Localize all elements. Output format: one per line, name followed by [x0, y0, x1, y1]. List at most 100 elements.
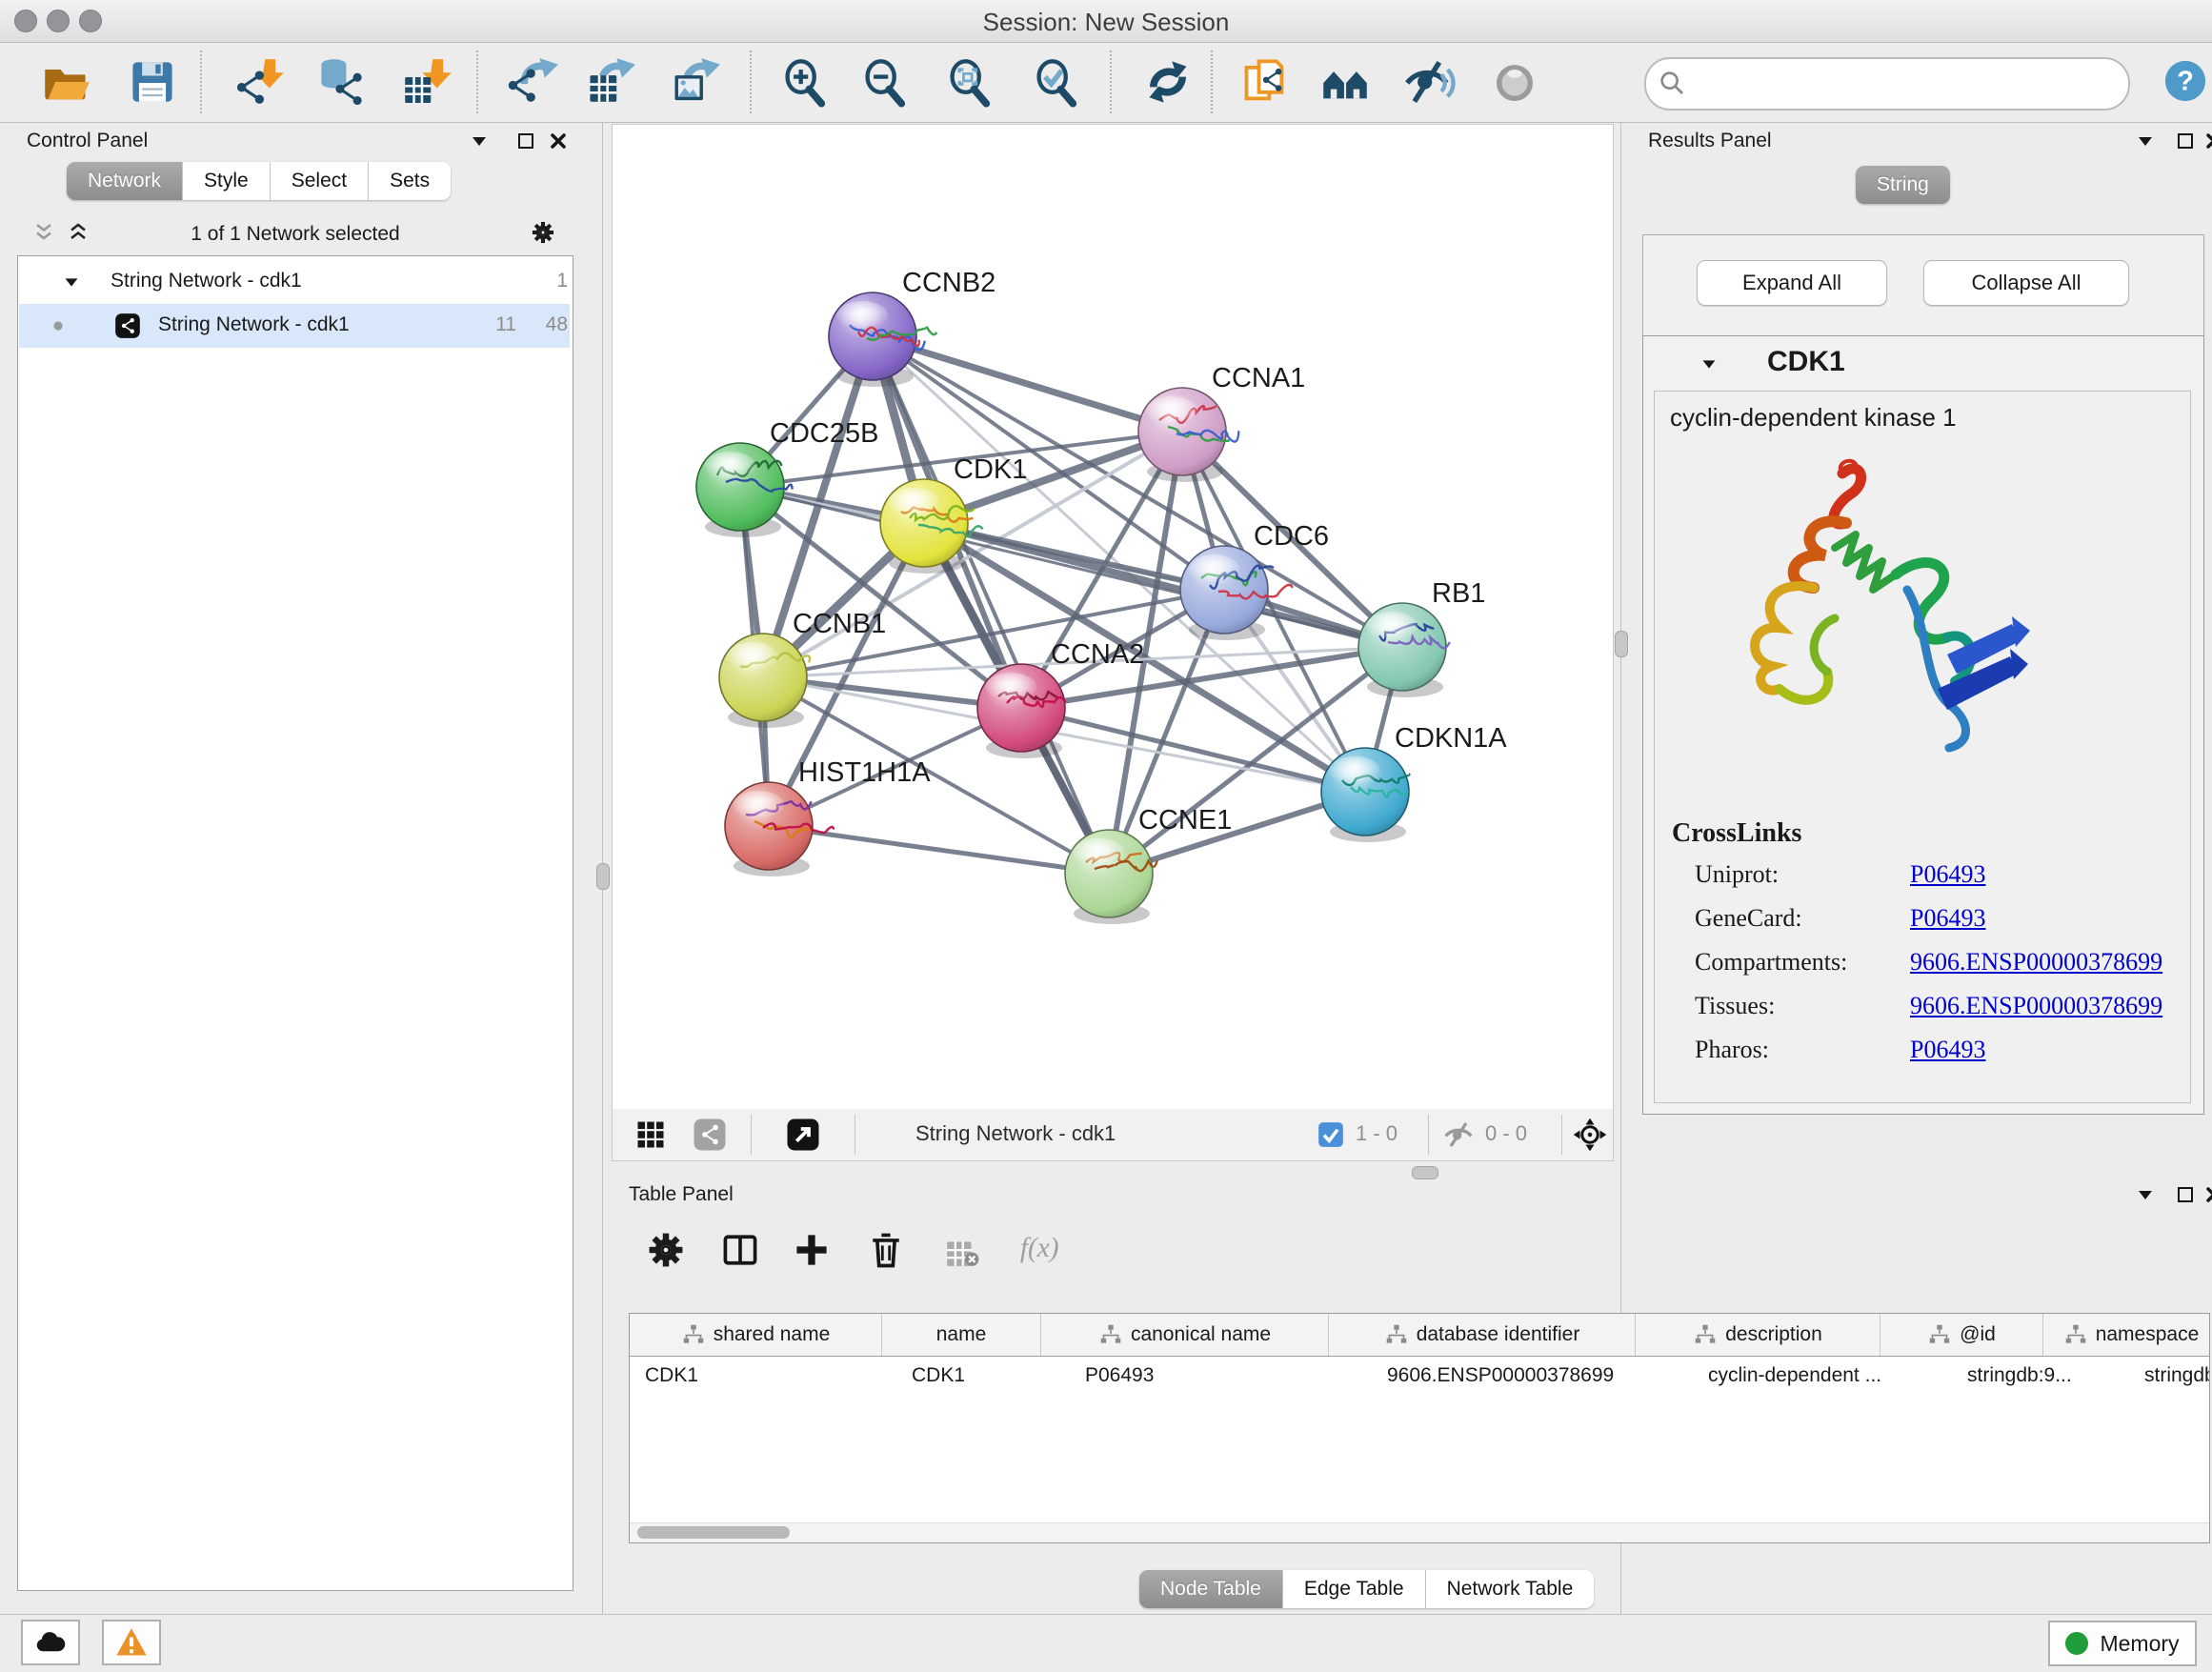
collection-expander-icon[interactable]	[61, 272, 82, 292]
collapse-all-button[interactable]: Collapse All	[1923, 260, 2129, 306]
hidden-eye-icon[interactable]	[1443, 1119, 1474, 1150]
search-input[interactable]	[1698, 65, 2111, 101]
right-splitter-handle[interactable]	[1615, 631, 1628, 657]
panel-float-icon[interactable]	[514, 130, 537, 152]
tab-network[interactable]: Network	[67, 162, 183, 200]
column-header-canonical-name[interactable]: canonical name	[1041, 1314, 1329, 1356]
crosslink-link[interactable]: 9606.ENSP00000378699	[1910, 992, 2162, 1020]
add-column-icon[interactable]	[791, 1229, 833, 1271]
tab-sets[interactable]: Sets	[369, 162, 451, 200]
apply-layout-icon[interactable]	[1143, 57, 1193, 107]
panel-close-icon[interactable]	[2202, 130, 2212, 152]
results-tab-string[interactable]: String	[1856, 166, 1950, 204]
column-tree-icon	[1098, 1322, 1123, 1347]
selected-nodes-checkbox[interactable]	[1317, 1121, 1344, 1148]
zoom-in-icon[interactable]	[780, 57, 830, 107]
table-cell[interactable]: 9606.ENSP00000378699	[1372, 1357, 1693, 1395]
svg-text:?: ?	[2177, 67, 2194, 97]
open-session-icon[interactable]	[42, 57, 91, 107]
panel-float-icon[interactable]	[2174, 1183, 2197, 1206]
table-horizontal-scrollbar[interactable]	[630, 1522, 2209, 1542]
panel-float-icon[interactable]	[2174, 130, 2197, 152]
expand-all-button[interactable]: Expand All	[1697, 260, 1887, 306]
column-tree-icon	[681, 1322, 706, 1347]
crosslink-link[interactable]: 9606.ENSP00000378699	[1910, 948, 2162, 977]
import-table-icon[interactable]	[404, 57, 453, 107]
panel-close-icon[interactable]	[2202, 1183, 2212, 1206]
delete-column-icon[interactable]	[865, 1229, 907, 1271]
show-all-icon[interactable]	[1490, 57, 1539, 107]
crosslink-link[interactable]: P06493	[1910, 904, 1985, 933]
column-header--id[interactable]: @id	[1880, 1314, 2043, 1356]
scrollbar-thumb[interactable]	[637, 1526, 790, 1539]
function-builder-icon: f(x)	[1011, 1227, 1068, 1269]
table-cell[interactable]: cyclin-dependent ...	[1693, 1357, 1952, 1395]
column-header-namespace[interactable]: namespace	[2043, 1314, 2210, 1356]
network-node-RB1[interactable]: RB1	[1358, 578, 1485, 697]
zoom-selected-icon[interactable]	[1032, 57, 1081, 107]
tab-select[interactable]: Select	[271, 162, 369, 200]
memory-label: Memory	[2100, 1631, 2179, 1657]
tab-node-table[interactable]: Node Table	[1139, 1570, 1283, 1608]
table-row[interactable]: CDK1CDK1P064939606.ENSP00000378699cyclin…	[630, 1357, 2210, 1395]
export-network-icon[interactable]	[510, 57, 559, 107]
cloud-button[interactable]	[21, 1620, 80, 1665]
table-cell[interactable]: CDK1	[630, 1357, 896, 1395]
import-network-file-icon[interactable]	[236, 57, 286, 107]
network-node-CDC25B[interactable]: CDC25B	[696, 418, 878, 537]
column-header-database-identifier[interactable]: database identifier	[1329, 1314, 1636, 1356]
table-cell[interactable]: CDK1	[896, 1357, 1070, 1395]
network-edge[interactable]	[873, 336, 1109, 874]
grid-view-icon[interactable]	[633, 1118, 668, 1152]
zoom-fit-icon[interactable]	[945, 57, 995, 107]
network-options-gear-icon[interactable]	[530, 219, 556, 246]
help-icon[interactable]: ?	[2163, 59, 2207, 103]
tab-style[interactable]: Style	[183, 162, 271, 200]
select-columns-icon[interactable]	[719, 1229, 761, 1271]
protein-expander-icon[interactable]	[1699, 353, 1719, 374]
table-cell[interactable]: stringdb:9...	[1952, 1357, 2129, 1395]
column-header-name[interactable]: name	[882, 1314, 1041, 1356]
memory-button[interactable]: Memory	[2048, 1621, 2197, 1666]
search-field[interactable]	[1644, 57, 2130, 111]
move-crosshair-icon[interactable]	[1573, 1118, 1607, 1152]
zoom-out-icon[interactable]	[860, 57, 910, 107]
left-splitter-handle[interactable]	[596, 863, 610, 890]
export-image-icon[interactable]	[672, 57, 721, 107]
import-network-database-icon[interactable]	[316, 57, 366, 107]
export-table-icon[interactable]	[587, 57, 636, 107]
search-icon	[1658, 69, 1688, 99]
first-neighbors-icon[interactable]	[1320, 57, 1370, 107]
network-node-CCNB1[interactable]: CCNB1	[719, 609, 886, 728]
network-node-CCNE1[interactable]: CCNE1	[1065, 805, 1232, 924]
hide-selection-icon[interactable]	[1404, 57, 1454, 107]
panel-menu-icon[interactable]	[2134, 130, 2157, 152]
network-node-CCNA1[interactable]: CCNA1	[1138, 363, 1305, 482]
crosslink-link[interactable]: P06493	[1910, 860, 1985, 889]
tab-edge-table[interactable]: Edge Table	[1283, 1570, 1426, 1608]
birdseye-view-icon[interactable]	[786, 1118, 820, 1152]
warnings-button[interactable]	[102, 1620, 161, 1665]
network-row-selected[interactable]: String Network - cdk1 11 48	[19, 304, 570, 348]
panel-menu-icon[interactable]	[2134, 1183, 2157, 1206]
network-node-HIST1H1A[interactable]: HIST1H1A	[725, 757, 931, 876]
column-header-shared-name[interactable]: shared name	[630, 1314, 882, 1356]
network-node-CDKN1A[interactable]: CDKN1A	[1321, 723, 1507, 842]
tab-string[interactable]: String	[1856, 166, 1950, 204]
crosslink-link[interactable]: P06493	[1910, 1036, 1985, 1064]
table-settings-icon[interactable]	[645, 1229, 687, 1271]
column-header-description[interactable]: description	[1636, 1314, 1880, 1356]
network-collection-row[interactable]: String Network - cdk1 1	[19, 260, 570, 304]
cloud-icon	[34, 1626, 67, 1659]
new-network-from-selection-icon[interactable]	[1240, 57, 1290, 107]
panel-menu-icon[interactable]	[468, 130, 491, 152]
network-view-icon[interactable]	[693, 1118, 727, 1152]
network-node-CDK1[interactable]: CDK1	[880, 454, 1027, 574]
table-cell[interactable]: P06493	[1070, 1357, 1372, 1395]
panel-close-icon[interactable]	[547, 130, 570, 152]
table-cell[interactable]: stringdb	[2129, 1357, 2210, 1395]
network-canvas[interactable]: CCNB2CCNA1CDC25BCDK1CDC6RB1CCNB1CCNA2CDK…	[612, 124, 1614, 1111]
tab-network-table[interactable]: Network Table	[1426, 1570, 1595, 1608]
save-session-icon[interactable]	[128, 57, 177, 107]
network-edge[interactable]	[769, 826, 1109, 874]
